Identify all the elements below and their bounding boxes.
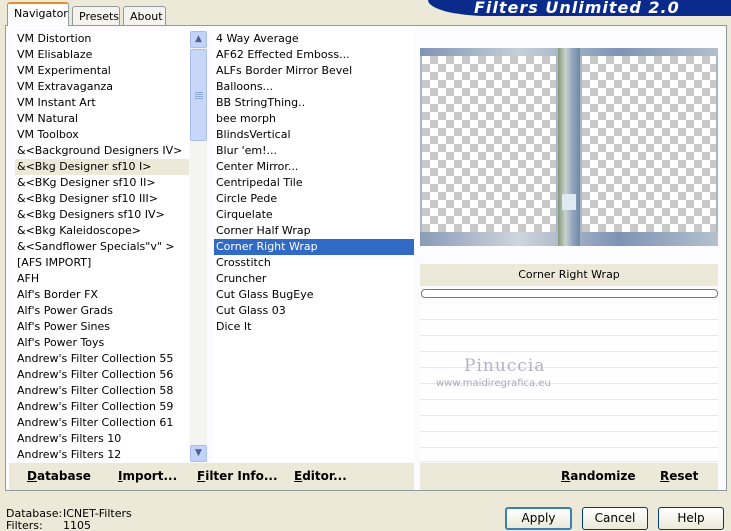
- list-item[interactable]: Andrew's Filter Collection 56: [15, 367, 189, 383]
- list-item[interactable]: Balloons...: [214, 79, 414, 95]
- list-item[interactable]: Andrew's Filter Collection 58: [15, 383, 189, 399]
- list-item[interactable]: Alf's Power Grads: [15, 303, 189, 319]
- selected-filter-name: Corner Right Wrap: [420, 264, 718, 286]
- list-item[interactable]: &<Bkg Designers sf10 IV>: [15, 207, 189, 223]
- list-item[interactable]: VM Elisablaze: [15, 47, 189, 63]
- list-item[interactable]: [AFS IMPORT]: [15, 255, 189, 271]
- list-item[interactable]: Alf's Power Sines: [15, 319, 189, 335]
- list-item[interactable]: Andrew's Filters 12: [15, 447, 189, 462]
- list-item[interactable]: Center Mirror...: [214, 159, 414, 175]
- database-button[interactable]: Database: [27, 469, 91, 483]
- cancel-button[interactable]: Cancel: [582, 507, 648, 530]
- left-toolbar: Database Import... Filter Info... Editor…: [9, 463, 414, 490]
- list-item[interactable]: &<Bkg Designer sf10 I>: [15, 159, 189, 175]
- parameter-row: [420, 417, 718, 432]
- list-item[interactable]: 4 Way Average: [214, 31, 414, 47]
- list-item[interactable]: Andrew's Filter Collection 61: [15, 415, 189, 431]
- import-button[interactable]: Import...: [118, 469, 177, 483]
- editor-button[interactable]: Editor...: [294, 469, 347, 483]
- list-item[interactable]: Andrew's Filter Collection 55: [15, 351, 189, 367]
- chevron-down-icon: ▼: [195, 448, 202, 458]
- scroll-thumb[interactable]: [190, 49, 207, 141]
- list-item[interactable]: AFH: [15, 271, 189, 287]
- list-item[interactable]: &<Bkg Designer sf10 III>: [15, 191, 189, 207]
- filter-list[interactable]: 4 Way Average AF62 Effected Emboss... ALFs…: [214, 31, 414, 462]
- list-item[interactable]: Blur 'em!...: [214, 143, 414, 159]
- filter-info-button[interactable]: Filter Info...: [197, 469, 278, 483]
- list-item[interactable]: BB StringThing..: [214, 95, 414, 111]
- list-item[interactable]: VM Extravaganza: [15, 79, 189, 95]
- progress-bar: [421, 289, 718, 298]
- watermark-name: Pinuccia: [464, 356, 546, 376]
- list-item[interactable]: AF62 Effected Emboss...: [214, 47, 414, 63]
- list-item[interactable]: VM Natural: [15, 111, 189, 127]
- parameter-row: [420, 433, 718, 448]
- list-item[interactable]: Alf's Power Toys: [15, 335, 189, 351]
- chevron-up-icon: ▲: [195, 34, 202, 44]
- list-item[interactable]: VM Experimental: [15, 63, 189, 79]
- list-item[interactable]: Cut Glass 03: [214, 303, 414, 319]
- filters-count-value: 1105: [63, 519, 91, 531]
- parameter-row: [420, 337, 718, 352]
- apply-button[interactable]: Apply: [505, 507, 572, 530]
- right-toolbar: Randomize Reset: [420, 463, 718, 490]
- list-item[interactable]: Cruncher: [214, 271, 414, 287]
- list-item[interactable]: &<BKg Designer sf10 II>: [15, 175, 189, 191]
- parameter-row: [420, 449, 718, 462]
- category-list[interactable]: VM Distortion VM Elisablaze VM Experimenta…: [15, 31, 189, 462]
- watermark-url: www.maidiregrafica.eu: [436, 378, 551, 389]
- parameter-row: [420, 401, 718, 416]
- category-scrollbar[interactable]: ▲ ▼: [190, 31, 207, 462]
- list-item[interactable]: Andrew's Filters 10: [15, 431, 189, 447]
- list-item[interactable]: Cirquelate: [214, 207, 414, 223]
- list-item[interactable]: ALFs Border Mirror Bevel: [214, 63, 414, 79]
- list-item[interactable]: &<Background Designers IV>: [15, 143, 189, 159]
- list-item[interactable]: VM Distortion: [15, 31, 189, 47]
- tab-navigator[interactable]: Navigator: [7, 2, 69, 26]
- list-item[interactable]: Centripedal Tile: [214, 175, 414, 191]
- list-item[interactable]: Cut Glass BugEye: [214, 287, 414, 303]
- list-item[interactable]: &<Bkg Kaleidoscope>: [15, 223, 189, 239]
- list-item[interactable]: Crosstitch: [214, 255, 414, 271]
- list-item[interactable]: Corner Right Wrap: [214, 239, 414, 255]
- list-item[interactable]: Andrew's Filter Collection 59: [15, 399, 189, 415]
- preview-image: [420, 48, 718, 246]
- list-item[interactable]: VM Instant Art: [15, 95, 189, 111]
- list-item[interactable]: Circle Pede: [214, 191, 414, 207]
- list-item[interactable]: bee morph: [214, 111, 414, 127]
- parameter-row: [420, 321, 718, 336]
- tab-presets[interactable]: Presets: [72, 6, 120, 25]
- help-button[interactable]: Help: [658, 507, 724, 530]
- reset-button[interactable]: Reset: [660, 469, 698, 483]
- filters-count-label: Filters:: [6, 519, 43, 531]
- header-banner: Filters Unlimited 2.0: [428, 0, 731, 16]
- tab-about[interactable]: About: [123, 6, 166, 25]
- list-item[interactable]: Alf's Border FX: [15, 287, 189, 303]
- list-item[interactable]: VM Toolbox: [15, 127, 189, 143]
- list-item[interactable]: Corner Half Wrap: [214, 223, 414, 239]
- scroll-down-button[interactable]: ▼: [190, 445, 207, 462]
- list-item[interactable]: &<Sandflower Specials"v" >: [15, 239, 189, 255]
- list-item[interactable]: BlindsVertical: [214, 127, 414, 143]
- randomize-button[interactable]: Randomize: [561, 469, 635, 483]
- parameter-row: [420, 305, 718, 320]
- scroll-up-button[interactable]: ▲: [190, 31, 207, 48]
- list-item[interactable]: Dice It: [214, 319, 414, 335]
- app-title: Filters Unlimited 2.0: [474, 0, 680, 16]
